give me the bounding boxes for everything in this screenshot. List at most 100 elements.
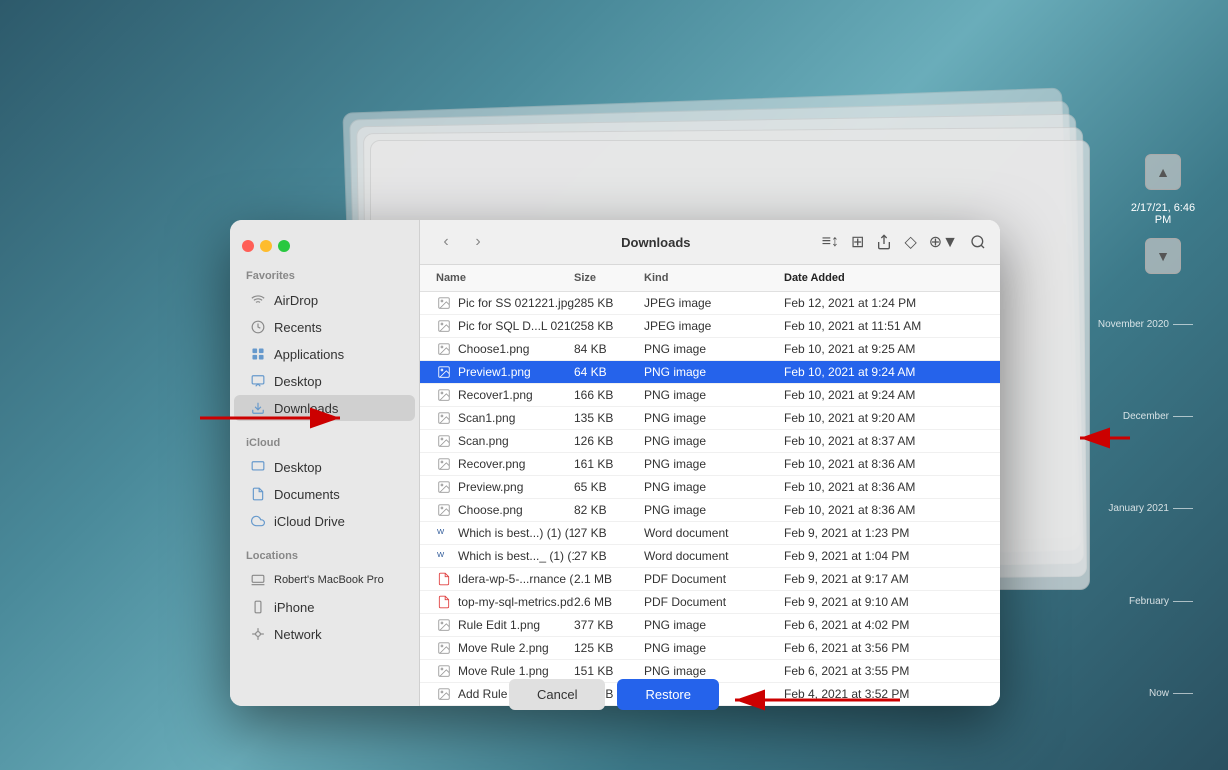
file-kind: PNG image	[644, 388, 784, 402]
header-kind: Kind	[644, 269, 784, 287]
file-row[interactable]: Scan.png 126 KB PNG image Feb 10, 2021 a…	[420, 430, 1000, 453]
file-size: 65 KB	[574, 480, 644, 494]
file-kind: PNG image	[644, 664, 784, 678]
back-button[interactable]: ‹	[434, 230, 458, 254]
file-date: Feb 12, 2021 at 1:24 PM	[784, 296, 984, 310]
file-icon	[436, 686, 452, 702]
file-date: Feb 10, 2021 at 9:24 AM	[784, 365, 984, 379]
file-icon	[436, 456, 452, 472]
file-name: Choose1.png	[436, 341, 574, 357]
sidebar-item-downloads[interactable]: Downloads	[234, 395, 415, 421]
sidebar-item-icloud-drive[interactable]: iCloud Drive	[234, 508, 415, 534]
documents-label: Documents	[274, 487, 340, 502]
grid-view-icon[interactable]: ⊞	[851, 232, 864, 252]
list-view-icon[interactable]: ≡↕	[822, 233, 839, 251]
file-name: W Which is best...) (1) (1).docx	[436, 525, 574, 541]
file-list-header: Name Size Kind Date Added	[420, 265, 1000, 292]
sidebar-item-airdrop[interactable]: AirDrop	[234, 287, 415, 313]
file-row[interactable]: Preview.png 65 KB PNG image Feb 10, 2021…	[420, 476, 1000, 499]
file-row[interactable]: Pic for SS 021221.jpg 285 KB JPEG image …	[420, 292, 1000, 315]
sidebar-item-desktop[interactable]: Desktop	[234, 368, 415, 394]
file-date: Feb 10, 2021 at 8:36 AM	[784, 503, 984, 517]
file-row[interactable]: W Which is best...) (1) (1).docx 27 KB W…	[420, 522, 1000, 545]
file-kind: PNG image	[644, 434, 784, 448]
icloud-label: iCloud	[230, 429, 419, 453]
file-icon	[436, 663, 452, 679]
sidebar-item-macbook[interactable]: Robert's MacBook Pro	[234, 567, 415, 593]
sidebar-item-iphone[interactable]: iPhone	[234, 594, 415, 620]
file-date: Feb 6, 2021 at 3:55 PM	[784, 664, 984, 678]
file-icon	[436, 640, 452, 656]
file-name: Choose.png	[436, 502, 574, 518]
file-row[interactable]: Preview1.png 64 KB PNG image Feb 10, 202…	[420, 361, 1000, 384]
tm-timeline-label: Now	[1149, 688, 1193, 699]
sidebar-item-applications[interactable]: Applications	[234, 341, 415, 367]
network-label: Network	[274, 627, 322, 642]
tm-timeline: November 2020DecemberJanuary 2021Februar…	[1128, 278, 1198, 740]
file-size: 27 KB	[574, 549, 644, 563]
time-machine-bar: ▲ 2/17/21, 6:46 PM ▼ November 2020Decemb…	[1128, 150, 1198, 740]
close-button[interactable]	[242, 240, 254, 252]
file-kind: PNG image	[644, 365, 784, 379]
file-name: top-my-sql-metrics.pdf	[436, 594, 574, 610]
file-row[interactable]: Choose1.png 84 KB PNG image Feb 10, 2021…	[420, 338, 1000, 361]
toolbar: ‹ › Downloads ≡↕ ⊞ ◇ ⊕▼	[420, 220, 1000, 265]
share-icon[interactable]	[876, 234, 892, 250]
header-date[interactable]: Date Added	[784, 269, 984, 287]
file-name: Pic for SS 021221.jpg	[436, 295, 574, 311]
file-name: Recover1.png	[436, 387, 574, 403]
file-kind: PNG image	[644, 480, 784, 494]
file-icon	[436, 594, 452, 610]
file-date: Feb 6, 2021 at 4:02 PM	[784, 618, 984, 632]
grid-icon	[250, 346, 266, 362]
file-date: Feb 10, 2021 at 9:20 AM	[784, 411, 984, 425]
sidebar-item-network[interactable]: Network	[234, 621, 415, 647]
tag-icon[interactable]: ◇	[904, 232, 916, 252]
file-row[interactable]: Rule Edit 1.png 377 KB PNG image Feb 6, …	[420, 614, 1000, 637]
phone-icon	[250, 599, 266, 615]
file-date: Feb 10, 2021 at 9:25 AM	[784, 342, 984, 356]
maximize-button[interactable]	[278, 240, 290, 252]
file-date: Feb 10, 2021 at 8:36 AM	[784, 480, 984, 494]
documents-icon	[250, 486, 266, 502]
file-size: 64 KB	[574, 365, 644, 379]
locations-label: Locations	[230, 542, 419, 566]
file-name: Preview1.png	[436, 364, 574, 380]
file-kind: PDF Document	[644, 572, 784, 586]
sidebar-item-documents[interactable]: Documents	[234, 481, 415, 507]
file-kind: PDF Document	[644, 595, 784, 609]
desktop-label: Desktop	[274, 374, 322, 389]
file-row[interactable]: Recover.png 161 KB PNG image Feb 10, 202…	[420, 453, 1000, 476]
restore-button[interactable]: Restore	[617, 679, 719, 710]
sidebar-item-icloud-desktop[interactable]: Desktop	[234, 454, 415, 480]
sidebar: Favorites AirDrop Recents	[230, 220, 420, 706]
tm-timeline-label: December	[1123, 411, 1193, 422]
file-row[interactable]: Idera-wp-5-...rnance (1).pdf 2.1 MB PDF …	[420, 568, 1000, 591]
file-icon: W	[436, 525, 452, 541]
file-row[interactable]: top-my-sql-metrics.pdf 2.6 MB PDF Docume…	[420, 591, 1000, 614]
tm-down-button[interactable]: ▼	[1145, 238, 1181, 274]
file-row[interactable]: Recover1.png 166 KB PNG image Feb 10, 20…	[420, 384, 1000, 407]
tm-up-button[interactable]: ▲	[1145, 154, 1181, 190]
favorites-label: Favorites	[230, 262, 419, 286]
cancel-button[interactable]: Cancel	[509, 679, 605, 710]
action-icon[interactable]: ⊕▼	[929, 232, 958, 252]
network-icon	[250, 626, 266, 642]
file-row[interactable]: Pic for SQL D...L 021021.jpg 258 KB JPEG…	[420, 315, 1000, 338]
file-kind: PNG image	[644, 503, 784, 517]
minimize-button[interactable]	[260, 240, 272, 252]
file-size: 2.6 MB	[574, 595, 644, 609]
download-icon	[250, 400, 266, 416]
file-kind: PNG image	[644, 618, 784, 632]
file-row[interactable]: Move Rule 2.png 125 KB PNG image Feb 6, …	[420, 637, 1000, 660]
file-size: 377 KB	[574, 618, 644, 632]
forward-button[interactable]: ›	[466, 230, 490, 254]
file-size: 135 KB	[574, 411, 644, 425]
file-row[interactable]: W Which is best..._ (1) (1).docx 27 KB W…	[420, 545, 1000, 568]
sidebar-item-recents[interactable]: Recents	[234, 314, 415, 340]
file-row[interactable]: Choose.png 82 KB PNG image Feb 10, 2021 …	[420, 499, 1000, 522]
file-row[interactable]: Scan1.png 135 KB PNG image Feb 10, 2021 …	[420, 407, 1000, 430]
search-icon[interactable]	[970, 234, 986, 250]
header-name[interactable]: Name	[436, 269, 574, 287]
file-icon	[436, 617, 452, 633]
